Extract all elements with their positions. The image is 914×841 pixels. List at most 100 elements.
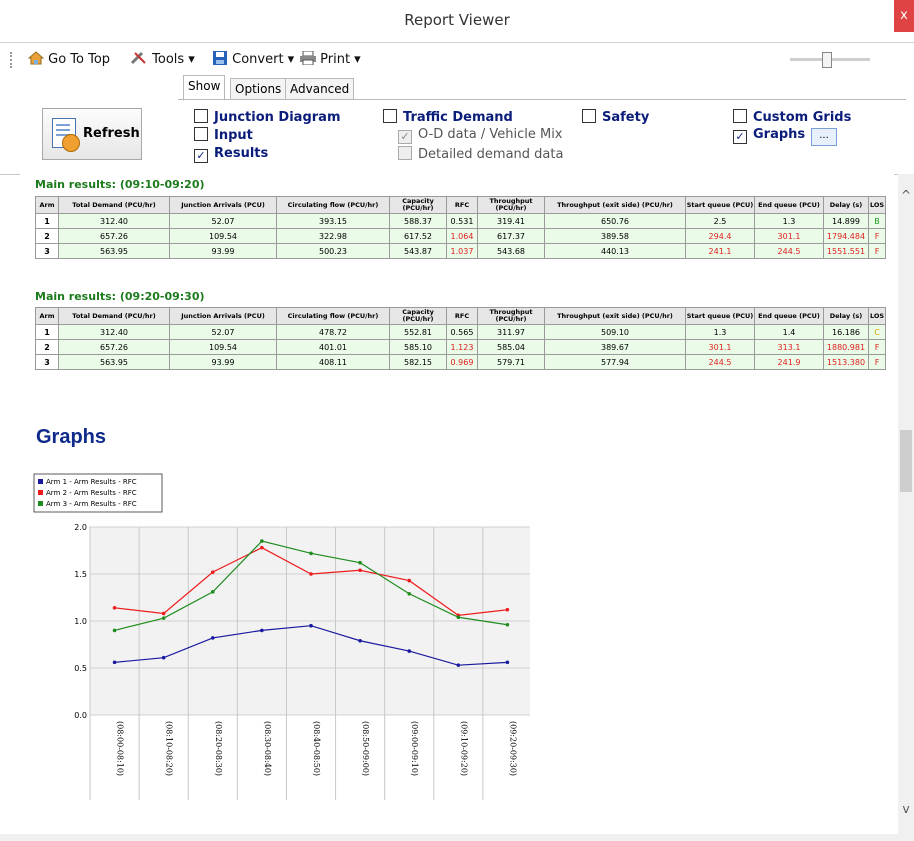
toolbar-grip-icon	[10, 52, 14, 68]
table-cell: 1.064	[446, 228, 478, 244]
table-cell: 2	[35, 339, 59, 355]
refresh-report-icon	[52, 118, 80, 152]
tab-advanced[interactable]: Advanced	[285, 78, 355, 100]
graphs-label: Graphs	[753, 127, 806, 142]
table-header: LOS	[868, 196, 886, 214]
graphs-options-button[interactable]: ...	[811, 128, 837, 146]
y-tick-label: 2.0	[74, 523, 87, 532]
table-header: LOS	[868, 307, 886, 325]
y-tick-label: 0.0	[74, 711, 87, 720]
table-cell: 109.54	[169, 339, 277, 355]
table-cell: 2.5	[685, 213, 755, 229]
graphs-checkbox[interactable]: ✓ Graphs	[733, 127, 805, 144]
table-cell: 1.3	[754, 213, 824, 229]
table-header: Throughput (exit side) (PCU/hr)	[544, 196, 686, 214]
table-cell: 3	[35, 243, 59, 259]
table-cell: 657.26	[58, 228, 170, 244]
results-checkbox[interactable]: ✓ Results	[194, 146, 268, 163]
junction-diagram-checkbox[interactable]: Junction Diagram	[194, 109, 341, 125]
table-cell: 500.23	[276, 243, 390, 259]
data-point	[161, 616, 166, 620]
table-header: RFC	[446, 196, 478, 214]
table-cell: 588.37	[389, 213, 447, 229]
table-cell: B	[868, 213, 886, 229]
save-disk-icon	[213, 51, 227, 65]
zoom-slider-thumb[interactable]	[822, 52, 832, 68]
refresh-button[interactable]: Refresh	[42, 108, 142, 160]
table-cell: 1	[35, 324, 59, 340]
go-to-top-button[interactable]: Go To Top	[27, 51, 111, 67]
safety-checkbox[interactable]: Safety	[582, 109, 649, 125]
table-header: Junction Arrivals (PCU)	[169, 196, 277, 214]
graphs-heading: Graphs	[36, 426, 107, 448]
title-bar: Report Viewer x	[0, 0, 914, 43]
chevron-up-icon[interactable]: ^	[898, 188, 914, 202]
table-cell: 319.41	[477, 213, 545, 229]
data-point	[210, 590, 215, 594]
table-cell: 244.5	[685, 354, 755, 370]
table-cell: 585.10	[389, 339, 447, 355]
custom-grids-checkbox[interactable]: Custom Grids	[733, 109, 851, 125]
table-cell: 312.40	[58, 324, 170, 340]
tab-show[interactable]: Show	[183, 75, 226, 101]
detailed-demand-checkbox[interactable]: Detailed demand data	[398, 146, 563, 162]
table-cell: F	[868, 243, 886, 259]
table-row: 2 657.26 109.54 401.01 585.10 1.123 585.04 389.…	[35, 339, 886, 355]
legend-swatch	[38, 490, 43, 495]
table-cell: 1551.551	[823, 243, 869, 259]
legend-label: Arm 2 - Arm Results - RFC	[46, 489, 137, 497]
table-cell: 52.07	[169, 324, 277, 340]
table-cell: 509.10	[544, 324, 686, 340]
data-point	[505, 660, 510, 665]
data-point	[456, 663, 461, 667]
table-cell: 577.94	[544, 354, 686, 370]
data-point	[161, 611, 166, 616]
table-cell: 241.1	[685, 243, 755, 259]
table-header: RFC	[446, 307, 478, 325]
data-point	[112, 606, 117, 610]
table-cell: 408.11	[276, 354, 390, 370]
table-cell: 582.15	[389, 354, 447, 370]
print-button[interactable]: Print ▾	[300, 50, 361, 67]
scrollbar-thumb[interactable]	[900, 430, 912, 492]
chevron-down-icon[interactable]: v	[898, 802, 914, 816]
x-tick-label: (08:30-08:40)	[263, 721, 272, 776]
close-button[interactable]: x	[894, 0, 914, 32]
table-header: End queue (PCU)	[754, 196, 824, 214]
od-data-checkbox[interactable]: ✓ O-D data / Vehicle Mix	[398, 127, 563, 144]
table-row: 1 312.40 52.07 478.72 552.81 0.565 311.97 509.1…	[35, 324, 886, 340]
data-point	[309, 572, 313, 576]
legend-label: Arm 3 - Arm Results - RFC	[46, 500, 137, 508]
printer-icon	[300, 50, 316, 66]
data-point	[112, 628, 117, 633]
table-row: 3 563.95 93.99 500.23 543.87 1.037 543.68 440.1…	[35, 243, 886, 259]
data-point	[260, 628, 264, 633]
table-cell: 301.1	[685, 339, 755, 355]
table-header: Throughput (exit side) (PCU/hr)	[544, 307, 686, 325]
results-label: Results	[214, 146, 269, 161]
window-title: Report Viewer	[404, 11, 510, 29]
print-label: Print ▾	[320, 52, 361, 67]
tools-button[interactable]: Tools ▾	[130, 51, 195, 67]
convert-button[interactable]: Convert ▾	[212, 51, 294, 67]
window-bottom-border	[0, 834, 914, 841]
table-header: Junction Arrivals (PCU)	[169, 307, 277, 325]
data-point	[309, 551, 313, 556]
table-cell: 322.98	[276, 228, 390, 244]
x-tick-label: (08:50-09:00)	[361, 721, 370, 776]
results-table: Arm Total Demand (PCU/hr) Junction Arrival…	[35, 307, 886, 370]
vertical-scrollbar[interactable]	[898, 174, 914, 834]
go-to-top-label: Go To Top	[48, 52, 111, 67]
table-cell: 1.3	[685, 324, 755, 340]
table-row: 3 563.95 93.99 408.11 582.15 0.969 579.71 577.9…	[35, 354, 886, 370]
traffic-demand-checkbox[interactable]: Traffic Demand	[383, 109, 513, 125]
tab-options[interactable]: Options	[230, 78, 287, 100]
detailed-demand-label: Detailed demand data	[418, 147, 564, 162]
table-header: Capacity (PCU/hr)	[389, 307, 447, 325]
home-icon	[27, 51, 45, 65]
data-point	[407, 649, 412, 653]
table-header: Throughput (PCU/hr)	[477, 196, 545, 214]
table-cell: 244.5	[754, 243, 824, 259]
table-cell: 2	[35, 228, 59, 244]
input-checkbox[interactable]: Input	[194, 127, 253, 143]
